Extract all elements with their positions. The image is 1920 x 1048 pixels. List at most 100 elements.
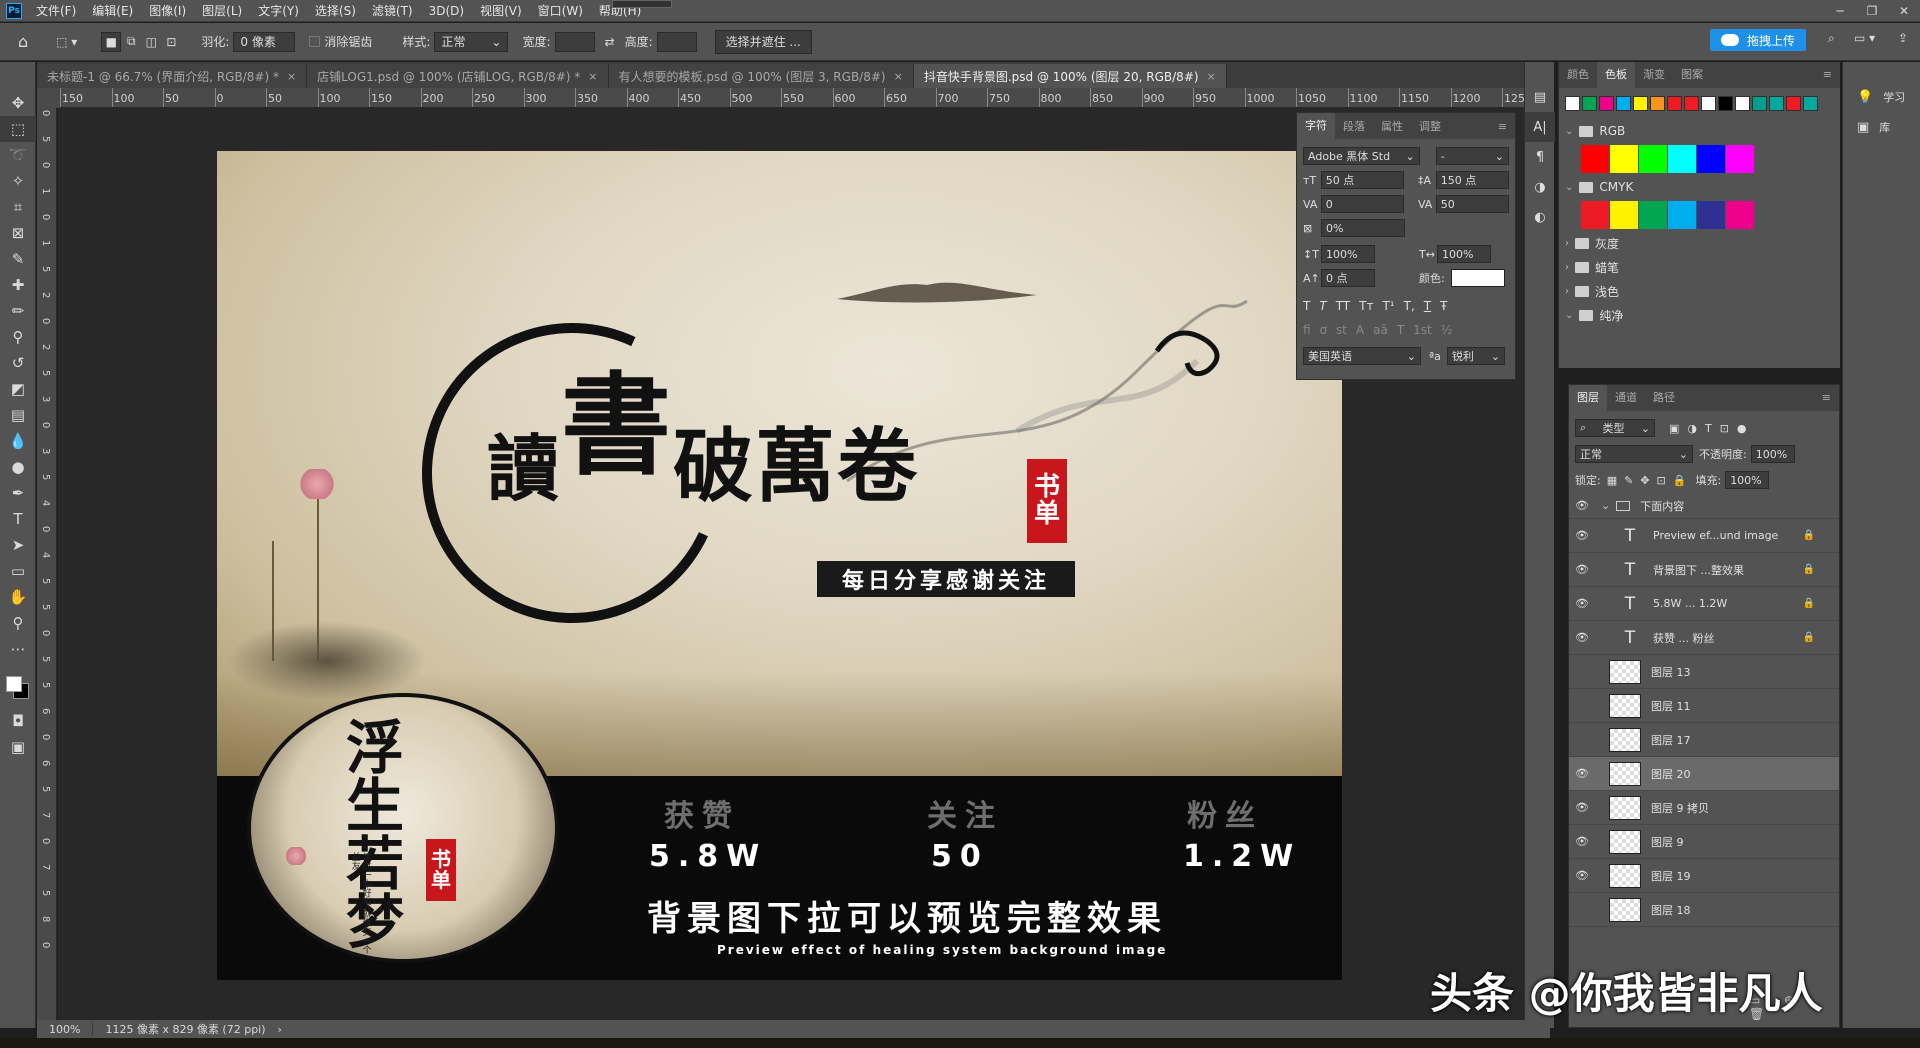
baseline-shift-input[interactable]: 0 点 — [1321, 269, 1375, 287]
color-swatch[interactable] — [1769, 96, 1784, 111]
zoom-tool-icon[interactable]: ⚲ — [0, 610, 36, 636]
color-swatch[interactable] — [1701, 96, 1716, 111]
color-swatch[interactable] — [1565, 96, 1580, 111]
menu-item[interactable]: 选择(S) — [307, 0, 364, 22]
paragraph-icon[interactable]: ¶ — [1525, 142, 1555, 172]
panel-menu-icon[interactable]: ≡ — [1490, 120, 1515, 133]
upload-button[interactable]: 拖拽上传 — [1710, 29, 1806, 51]
layer-row[interactable]: 👁 图层 9 拷贝 — [1569, 791, 1839, 825]
marquee-preset-button[interactable]: ⬚ ▾ — [56, 35, 77, 49]
properties-icon[interactable]: ◐ — [1525, 202, 1555, 232]
color-swatch[interactable] — [1718, 96, 1733, 111]
crop-tool-icon[interactable]: ⌗ — [0, 194, 36, 220]
color-swatch[interactable] — [1633, 96, 1648, 111]
swatch-group[interactable]: › 浅色 — [1559, 279, 1840, 303]
color-swatch[interactable] — [1684, 96, 1699, 111]
chevron-right-icon[interactable]: › — [1565, 286, 1569, 297]
layer-row[interactable]: 👁 T 获赞 ... 粉丝 🔒 — [1569, 621, 1839, 655]
color-swatch[interactable] — [1639, 201, 1667, 229]
ruler-corner[interactable] — [37, 88, 60, 108]
type-tool-icon[interactable]: T — [0, 506, 36, 532]
foreground-color-swatch[interactable] — [6, 676, 22, 692]
lasso-tool-icon[interactable]: ➰ — [0, 142, 36, 168]
color-swatch[interactable] — [1582, 96, 1597, 111]
character-icon[interactable]: A| — [1525, 112, 1555, 142]
gradient-tool-icon[interactable]: ▤ — [0, 402, 36, 428]
minimize-icon[interactable]: ─ — [1824, 0, 1856, 22]
marquee-tool-icon[interactable]: ⬚ — [0, 116, 36, 142]
dodge-tool-icon[interactable]: ● — [0, 454, 36, 480]
hand-tool-icon[interactable]: ✋ — [0, 584, 36, 610]
history-brush-tool-icon[interactable]: ↺ — [0, 350, 36, 376]
vertical-ruler[interactable]: 0 5 0 1 0 1 5 2 0 2 5 3 0 3 5 4 0 4 5 5 0 5 5 6 0 6 5 7 0 7 5 8 0 — [37, 108, 57, 1028]
chevron-down-icon[interactable]: ⌄ — [1601, 499, 1610, 512]
status-arrow-icon[interactable]: › — [278, 1023, 282, 1036]
swatch-group[interactable]: ⌄ RGB — [1559, 119, 1840, 143]
screen-mode-icon[interactable]: ▣ — [0, 734, 36, 760]
swatch-group[interactable]: ⌄ 纯净 — [1559, 303, 1840, 327]
tsume-input[interactable]: 0% — [1321, 219, 1405, 237]
pen-tool-icon[interactable]: ✒ — [0, 480, 36, 506]
color-swatch[interactable] — [1735, 96, 1750, 111]
color-swatch[interactable] — [1616, 96, 1631, 111]
blend-mode-select[interactable]: 正常 ⌄ — [1575, 445, 1693, 463]
visibility-eye-icon[interactable]: 👁 — [1569, 499, 1595, 512]
color-swatch[interactable] — [1581, 201, 1609, 229]
color-swatch[interactable] — [1581, 145, 1609, 173]
layer-filter-select[interactable]: ⌕ 类型 ⌄ — [1575, 419, 1655, 437]
font-style-select[interactable]: - ⌄ — [1435, 147, 1509, 165]
blur-tool-icon[interactable]: 💧 — [0, 428, 36, 454]
panel-menu-icon[interactable]: ≡ — [1814, 385, 1839, 411]
faux-italic-button[interactable]: T — [1319, 299, 1326, 313]
discretionary-ligatures-button[interactable]: st — [1336, 323, 1347, 337]
horizontal-scale-input[interactable]: 100% — [1437, 245, 1491, 263]
tracking-input[interactable]: 50 — [1435, 195, 1510, 213]
layer-row[interactable]: 👁 T 背景图下 ...整效果 🔒 — [1569, 553, 1839, 587]
menu-item[interactable]: 编辑(E) — [84, 0, 141, 22]
color-swatch[interactable] — [1726, 201, 1754, 229]
all-caps-button[interactable]: TT — [1336, 299, 1350, 313]
antialias-select[interactable]: 锐利 ⌄ — [1446, 347, 1505, 365]
chevron-down-icon[interactable]: ⌄ — [1565, 310, 1573, 321]
font-size-input[interactable]: 50 点 — [1320, 171, 1404, 189]
vertical-scale-input[interactable]: 100% — [1321, 245, 1375, 263]
zoom-level[interactable]: 100% — [37, 1022, 94, 1036]
close-tab-icon[interactable]: × — [588, 70, 597, 83]
stylistic-alternates-button[interactable]: aā — [1373, 323, 1388, 337]
visibility-eye-icon[interactable]: 👁 — [1569, 835, 1595, 848]
chevron-down-icon[interactable]: ⌄ — [1565, 182, 1573, 193]
color-swatch[interactable] — [1610, 201, 1638, 229]
tab-adjustments[interactable]: 调整 — [1411, 118, 1449, 134]
tab-channels[interactable]: 通道 — [1607, 385, 1645, 411]
layer-row[interactable]: 👁 T 5.8W ... 1.2W 🔒 — [1569, 587, 1839, 621]
titling-button[interactable]: T — [1397, 323, 1404, 337]
chevron-right-icon[interactable]: › — [1565, 262, 1569, 273]
chevron-down-icon[interactable]: ⌄ — [1565, 126, 1573, 137]
library-button[interactable]: ▣ 库 — [1843, 112, 1920, 142]
eyedropper-tool-icon[interactable]: ✎ — [0, 246, 36, 272]
layer-row[interactable]: 👁 图层 20 — [1569, 757, 1839, 791]
menu-item[interactable]: 文字(Y) — [250, 0, 307, 22]
home-button[interactable]: ⌂ — [18, 32, 28, 51]
visibility-eye-icon[interactable]: 👁 — [1569, 767, 1595, 780]
menu-item[interactable]: 图层(L) — [194, 0, 250, 22]
visibility-eye-icon[interactable]: 👁 — [1569, 631, 1595, 644]
shape-tool-icon[interactable]: ▭ — [0, 558, 36, 584]
more-tools-icon[interactable]: ⋯ — [0, 636, 36, 662]
layer-row[interactable]: 图层 13 — [1569, 655, 1839, 689]
layer-row[interactable]: 图层 11 — [1569, 689, 1839, 723]
color-swatch[interactable] — [1667, 96, 1682, 111]
healing-brush-tool-icon[interactable]: ✚ — [0, 272, 36, 298]
style-select[interactable]: 正常 ⌄ — [434, 31, 509, 52]
color-swatch[interactable] — [1697, 201, 1725, 229]
chevron-right-icon[interactable]: › — [1565, 238, 1569, 249]
layer-row[interactable]: 👁 图层 9 — [1569, 825, 1839, 859]
horizontal-ruler[interactable]: 150 100 50 0 50 100 150 200 250 300 350 400 450 500 55… — [60, 88, 1550, 108]
visibility-eye-icon[interactable]: 👁 — [1569, 597, 1595, 610]
document-canvas[interactable]: 讀書破萬卷 书单 每日分享感谢关注 获赞 关注 粉丝 5.8W 50 1.2W … — [217, 151, 1342, 980]
menu-item[interactable]: 文件(F) — [28, 0, 84, 22]
quick-mask-icon[interactable]: ◘ — [0, 708, 36, 734]
lock-icons[interactable]: ▦✎✥⊡🔒 — [1607, 474, 1694, 487]
small-caps-button[interactable]: Tт — [1359, 299, 1373, 313]
tab-store-logo[interactable]: 店铺LOG1.psd @ 100% (店铺LOG, RGB/8#) * × — [307, 64, 609, 88]
